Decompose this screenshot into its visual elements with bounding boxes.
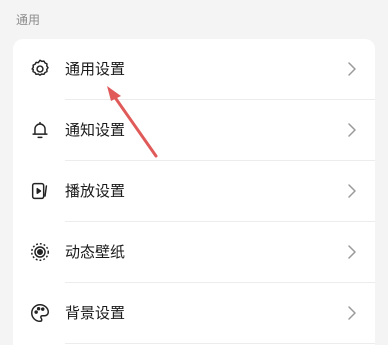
- gear-icon: [29, 58, 51, 80]
- settings-card: 通用设置 通知设置 播放设置 动态壁纸 背景设置: [13, 39, 375, 345]
- settings-item-label: 播放设置: [65, 182, 126, 200]
- live-wallpaper-icon: [29, 241, 51, 263]
- settings-item-playback[interactable]: 播放设置: [13, 161, 375, 221]
- settings-item-general[interactable]: 通用设置: [13, 39, 375, 99]
- bell-icon: [29, 119, 51, 141]
- settings-item-label: 通用设置: [65, 60, 126, 78]
- settings-item-label: 通知设置: [65, 121, 126, 139]
- chevron-right-icon: [347, 243, 357, 261]
- settings-item-label: 背景设置: [65, 304, 126, 322]
- settings-item-label: 动态壁纸: [65, 243, 126, 261]
- play-settings-icon: [29, 180, 51, 202]
- chevron-right-icon: [347, 304, 357, 322]
- divider: [65, 343, 375, 344]
- palette-icon: [29, 302, 51, 324]
- settings-item-live-wallpaper[interactable]: 动态壁纸: [13, 222, 375, 282]
- settings-item-notifications[interactable]: 通知设置: [13, 100, 375, 160]
- settings-item-background[interactable]: 背景设置: [13, 283, 375, 343]
- section-header: 通用: [16, 13, 41, 27]
- chevron-right-icon: [347, 60, 357, 78]
- chevron-right-icon: [347, 182, 357, 200]
- chevron-right-icon: [347, 121, 357, 139]
